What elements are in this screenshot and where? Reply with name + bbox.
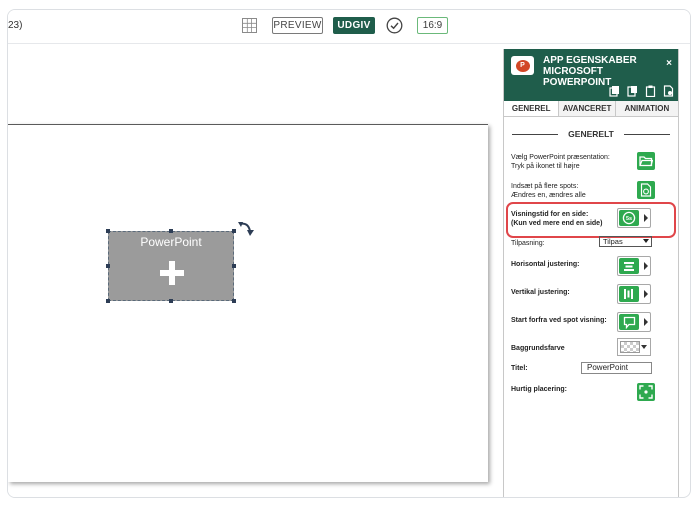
document-sync-icon xyxy=(640,183,652,197)
tab-generel[interactable]: GENEREL xyxy=(504,101,560,116)
document-title-fragment: 23) xyxy=(8,20,23,31)
background-color-label: Baggrundsfarve xyxy=(511,344,565,353)
horizontal-align-label: Horisontal justering: xyxy=(511,260,579,269)
resize-handle-e[interactable] xyxy=(232,264,236,268)
vertical-align-text: Vertikal justering: xyxy=(511,289,570,296)
vertical-align-label: Vertikal justering: xyxy=(511,288,570,297)
checkmark-circle-icon[interactable] xyxy=(386,17,403,34)
resize-handle-ne[interactable] xyxy=(232,229,236,233)
tab-animation[interactable]: ANIMATION xyxy=(616,101,678,116)
insert-spots-line2: Ændres en, ændres alle xyxy=(511,192,586,199)
align-center-icon xyxy=(619,258,639,274)
insert-spots-line1: Indsæt på flere spots: xyxy=(511,183,579,190)
section-title-generelt: GENERELT xyxy=(512,129,670,139)
preview-button[interactable]: PREVIEW xyxy=(272,17,323,34)
close-icon[interactable]: × xyxy=(666,58,672,69)
insert-spots-label: Indsæt på flere spots: Ændres en, ændres… xyxy=(511,182,586,200)
speech-bubble-icon xyxy=(619,314,639,330)
display-time-dropdown[interactable]: 5s xyxy=(617,208,651,228)
title-input[interactable]: PowerPoint xyxy=(581,362,652,374)
rotate-icon[interactable] xyxy=(237,220,257,240)
display-time-label: Visningstid for en side: (Kun ved mere e… xyxy=(511,210,602,228)
publish-button[interactable]: UDGIV xyxy=(333,17,375,34)
fit-select-value: Tilpas xyxy=(603,237,623,246)
add-plus-icon[interactable] xyxy=(159,260,185,286)
editor-canvas xyxy=(8,45,495,497)
panel-title-line1: APP EGENSKABER xyxy=(543,55,637,66)
title-label: Titel: xyxy=(511,364,528,373)
start-over-label: Start forfra ved spot visning: xyxy=(511,316,607,325)
insert-spots-button[interactable] xyxy=(637,181,655,199)
chevron-down-icon xyxy=(643,239,649,243)
align-middle-icon xyxy=(619,286,639,302)
app-frame: 23) PREVIEW UDGIV 16:9 PowerPoint P APP … xyxy=(7,9,691,498)
title-label-text: Titel: xyxy=(511,365,528,372)
quick-place-button[interactable] xyxy=(637,383,655,401)
resize-handle-se[interactable] xyxy=(232,299,236,303)
fit-label: Tilpasning: xyxy=(511,240,545,247)
background-color-picker[interactable] xyxy=(617,338,651,356)
panel-tabs: GENEREL AVANCERET ANIMATION xyxy=(504,101,678,117)
dropdown-arrow-icon xyxy=(644,214,648,222)
dropdown-arrow-icon xyxy=(644,262,648,270)
open-folder-button[interactable] xyxy=(637,152,655,170)
dropdown-arrow-icon xyxy=(644,290,648,298)
timer-icon-text: 5s xyxy=(626,216,632,222)
timer-icon: 5s xyxy=(619,210,639,226)
panel-header: P APP EGENSKABER MICROSOFT POWERPOINT × xyxy=(504,49,678,101)
resize-handle-sw[interactable] xyxy=(106,299,110,303)
horizontal-align-text: Horisontal justering: xyxy=(511,261,580,268)
aspect-ratio-button[interactable]: 16:9 xyxy=(417,17,448,34)
quick-place-label: Hurtig placering: xyxy=(511,385,567,394)
properties-panel: P APP EGENSKABER MICROSOFT POWERPOINT × xyxy=(503,49,679,497)
expand-corners-icon xyxy=(639,385,653,399)
grid-toggle-icon[interactable] xyxy=(242,18,257,33)
horizontal-align-dropdown[interactable] xyxy=(617,256,651,276)
fit-select[interactable]: Tilpas xyxy=(599,236,652,247)
display-time-line1: Visningstid for en side: xyxy=(511,211,589,218)
chevron-down-icon xyxy=(641,345,647,349)
placeholder-label: PowerPoint xyxy=(140,235,202,249)
slide-canvas[interactable] xyxy=(8,124,488,482)
dropdown-arrow-icon xyxy=(644,318,648,326)
resize-handle-nw[interactable] xyxy=(106,229,110,233)
panel-header-actions xyxy=(609,84,674,98)
choose-presentation-line1: Vælg PowerPoint præsentation: xyxy=(511,154,610,161)
resize-handle-w[interactable] xyxy=(106,264,110,268)
transparent-swatch-icon xyxy=(620,341,640,353)
resize-handle-n[interactable] xyxy=(169,229,173,233)
document-settings-icon[interactable] xyxy=(663,84,674,97)
powerpoint-app-icon: P xyxy=(511,56,534,75)
choose-presentation-line2: Tryk på ikonet til højre xyxy=(511,163,580,170)
paste-settings-icon[interactable] xyxy=(627,84,638,97)
powerpoint-placeholder[interactable]: PowerPoint xyxy=(108,231,234,301)
top-toolbar: 23) PREVIEW UDGIV 16:9 xyxy=(8,10,690,44)
vertical-align-dropdown[interactable] xyxy=(617,284,651,304)
background-color-text: Baggrundsfarve xyxy=(511,345,565,352)
resize-handle-s[interactable] xyxy=(169,299,173,303)
display-time-line2: (Kun ved mere end en side) xyxy=(511,220,603,227)
clipboard-icon[interactable] xyxy=(645,84,656,98)
quick-place-text: Hurtig placering: xyxy=(511,386,568,393)
start-over-dropdown[interactable] xyxy=(617,312,651,332)
tab-avanceret[interactable]: AVANCERET xyxy=(559,101,616,116)
start-over-text: Start forfra ved spot visning: xyxy=(511,317,607,324)
folder-icon xyxy=(639,156,653,167)
copy-settings-icon[interactable] xyxy=(609,84,620,97)
choose-presentation-label: Vælg PowerPoint præsentation: Tryk på ik… xyxy=(511,153,610,171)
